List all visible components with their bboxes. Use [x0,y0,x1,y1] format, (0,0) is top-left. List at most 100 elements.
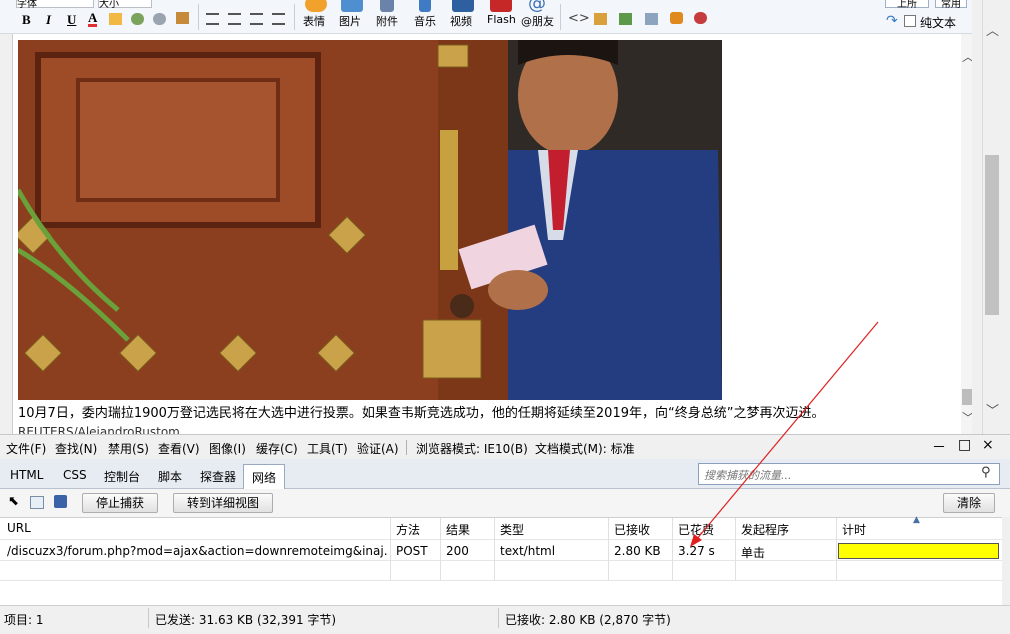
search-icon[interactable]: ⚲ [981,465,991,480]
editor-scrollbar[interactable]: ︿ ﹀ [961,34,972,434]
smiley-icon [305,0,327,12]
video-icon [452,0,474,12]
photo-caption: 10月7日，委内瑞拉1900万登记选民将在大选中进行投票。如果查韦斯竞选成功，他… [18,406,825,421]
font-size-select[interactable]: 大小 [98,0,152,10]
code-icon[interactable]: <> [568,11,590,26]
underline-button[interactable]: U [67,12,76,28]
save-icon[interactable] [54,495,67,508]
page-scroll-thumb[interactable] [985,155,999,315]
align-center-icon[interactable] [228,13,241,25]
tab-css[interactable]: CSS [55,464,95,489]
row-received: 2.80 KB [614,544,661,558]
bg-icon[interactable] [670,12,683,24]
column-taken[interactable]: 已花费 [678,521,714,538]
italic-button[interactable]: I [46,12,51,28]
photo-illustration [18,40,722,400]
scroll-up-icon[interactable]: ︿ [962,48,972,65]
column-method[interactable]: 方法 [396,521,420,538]
traffic-search-placeholder: 搜索捕获的流量... [704,469,792,482]
row-taken: 3.27 s [678,544,715,558]
music-button[interactable]: 音乐 [413,0,441,33]
tab-network[interactable]: 网络 [243,464,286,489]
lock-icon[interactable] [594,13,607,25]
devtools-statusbar: 项目: 1 已发送: 31.63 KB (32,391 字节) 已接收: 2.8… [0,605,1010,634]
font-color-button[interactable]: A [88,11,98,27]
tab-profiler[interactable]: 探查器 [192,464,244,489]
image-icon [341,0,363,12]
menu-separator [406,440,407,455]
emoji-button[interactable]: 表情 [302,0,330,33]
attachment-label: 附件 [376,15,398,28]
mention-button[interactable]: @ @朋友 [520,0,556,33]
row-type: text/html [500,544,556,558]
editor-content[interactable]: 10月7日，委内瑞拉1900万登记选民将在大选中进行投票。如果查韦斯竞选成功，他… [12,34,972,434]
attachment-button[interactable]: 附件 [375,0,403,33]
minimize-icon[interactable]: － [932,437,946,457]
unordered-list-icon[interactable] [272,13,285,25]
qq-icon[interactable] [694,12,707,24]
menu-cache[interactable]: 缓存(C) [256,440,298,457]
row-result: 200 [446,544,469,558]
column-initiator[interactable]: 发起程序 [741,521,789,538]
status-items: 项目: 1 [4,613,44,627]
table-icon[interactable] [645,13,658,25]
clear-cache-icon[interactable] [30,496,44,509]
page-scroll-up-icon[interactable]: ︿ [986,20,999,39]
stop-capture-button[interactable]: 停止捕获 [82,493,158,513]
flash-label: Flash [487,13,516,26]
flash-button[interactable]: Flash [485,0,517,33]
clear-format-icon[interactable] [176,12,189,24]
editor-toolbar: 字体 大小 B I U A 表情 图片 附件 音乐 视频 Flash @ @朋友… [0,0,972,34]
row-divider [0,580,1002,581]
page-scroll-down-icon[interactable]: ﹀ [986,400,999,419]
menu-disable[interactable]: 禁用(S) [108,440,149,457]
link-icon[interactable] [131,13,144,25]
align-left-icon[interactable] [206,13,219,25]
column-result[interactable]: 结果 [446,521,470,538]
ordered-list-icon[interactable] [250,13,263,25]
close-icon[interactable]: × [982,437,994,453]
tab-script[interactable]: 脚本 [150,464,190,489]
menu-find[interactable]: 查找(N) [55,440,97,457]
row-method: POST [396,544,428,558]
menu-document-mode[interactable]: 文档模式(M): 标准 [535,440,635,457]
menu-file[interactable]: 文件(F) [6,440,46,457]
clear-button[interactable]: 清除 [943,493,995,513]
detail-view-button[interactable]: 转到详细视图 [173,493,273,513]
image-label: 图片 [339,15,361,28]
timing-bar [838,543,999,559]
upload-button[interactable]: 上所 [885,0,929,10]
column-url[interactable]: URL [7,521,31,535]
tab-console[interactable]: 控制台 [96,464,148,489]
menu-images[interactable]: 图像(I) [209,440,246,457]
devtools-window-controls: － □ × [930,437,1000,457]
column-received[interactable]: 已接收 [614,521,650,538]
quote-icon[interactable] [619,13,632,25]
video-button[interactable]: 视频 [449,0,477,33]
at-icon: @ [528,0,546,14]
image-button[interactable]: 图片 [338,0,366,33]
plain-text-checkbox[interactable] [904,15,916,27]
column-timing[interactable]: 计时 [842,521,866,538]
bold-button[interactable]: B [22,12,31,28]
row-url[interactable]: /discuzx3/forum.php?mod=ajax&action=down… [7,544,387,558]
paperclip-icon [380,0,394,12]
editor-scroll-thumb[interactable] [962,389,972,405]
select-element-icon[interactable]: ⬉ [8,494,19,509]
restore-icon[interactable]: □ [958,437,971,453]
common-button[interactable]: 常用 [935,0,967,10]
highlight-icon[interactable] [109,13,122,25]
column-type[interactable]: 类型 [500,521,524,538]
network-table: URL 方法 结果 类型 已接收 已花费 发起程序 计时 ▲ /discuzx3… [0,515,1002,605]
flash-icon [490,0,512,12]
tab-html[interactable]: HTML [2,464,51,489]
scroll-down-icon[interactable]: ﹀ [962,409,972,426]
unlink-icon[interactable] [153,13,166,25]
menu-view[interactable]: 查看(V) [158,440,200,457]
redo-icon[interactable]: ↷ [886,13,898,29]
font-name-select[interactable]: 字体 [16,0,94,10]
mention-label: @朋友 [521,15,554,28]
menu-tools[interactable]: 工具(T) [307,440,348,457]
menu-browser-mode[interactable]: 浏览器模式: IE10(B) [416,440,528,457]
menu-validate[interactable]: 验证(A) [357,440,399,457]
